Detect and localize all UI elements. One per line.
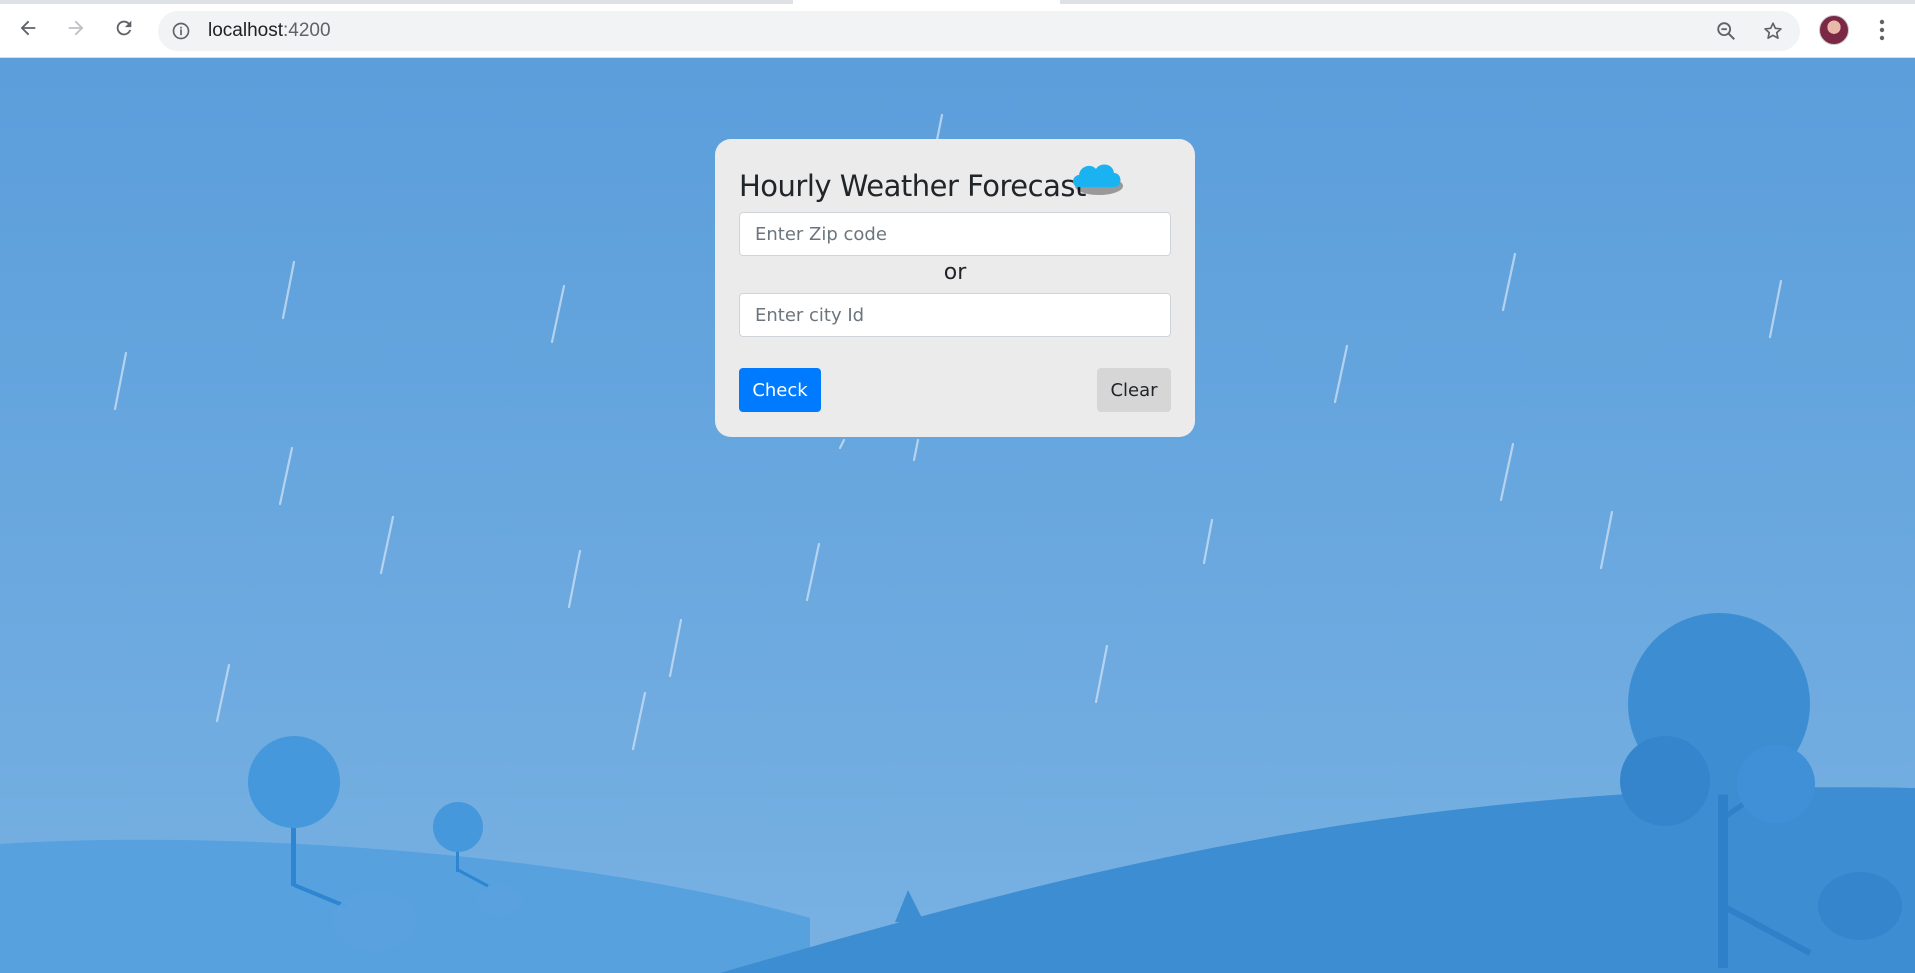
weather-form-card: Hourly Weather Forecast or Check Clear [715, 139, 1195, 437]
reload-button[interactable] [108, 12, 140, 44]
info-icon[interactable] [170, 20, 192, 42]
profile-avatar[interactable] [1819, 15, 1849, 45]
check-button[interactable]: Check [739, 368, 821, 412]
address-bar[interactable]: localhost:4200 [158, 11, 1800, 51]
url-text[interactable]: localhost:4200 [208, 21, 331, 41]
zoom-out-icon[interactable] [1714, 19, 1738, 43]
reload-icon [116, 20, 132, 36]
city-id-input[interactable] [739, 293, 1171, 337]
back-button[interactable] [12, 12, 44, 44]
arrow-right-icon [68, 20, 84, 36]
clear-button[interactable]: Clear [1097, 368, 1171, 412]
hill-peak [895, 890, 925, 924]
cloud-icon [1073, 164, 1123, 195]
active-tab[interactable] [793, 0, 1060, 4]
page-viewport: Hourly Weather Forecast or Check Clear [0, 58, 1915, 973]
zip-code-input[interactable] [739, 212, 1171, 256]
page-title: Hourly Weather Forecast [739, 169, 1086, 203]
tab-strip [0, 0, 1915, 4]
kebab-menu-icon[interactable] [1866, 14, 1898, 46]
url-host: localhost [208, 20, 283, 41]
or-separator: or [943, 260, 967, 285]
forward-button[interactable] [60, 12, 92, 44]
url-port: :4200 [283, 20, 331, 41]
star-icon[interactable] [1761, 19, 1785, 43]
arrow-left-icon [20, 20, 36, 36]
browser-toolbar: localhost:4200 [0, 0, 1915, 58]
right-hill [720, 787, 1915, 973]
